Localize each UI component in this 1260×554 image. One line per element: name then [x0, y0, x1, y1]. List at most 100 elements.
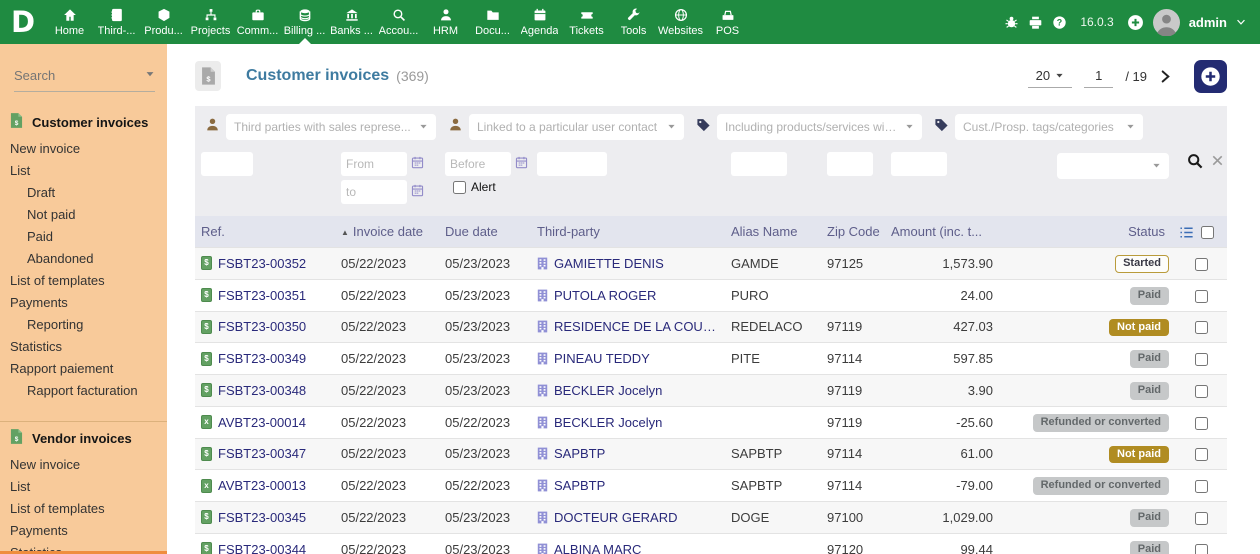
sidebar-item-paid[interactable]: Paid — [0, 226, 167, 248]
amount-cell[interactable]: 597.85 — [885, 342, 997, 375]
sidebar-item-list-of-templates[interactable]: List of templates — [0, 270, 167, 292]
invoice-ref-link[interactable]: $ FSBT23-00345 — [201, 510, 331, 525]
amount-cell[interactable]: 99.44 — [885, 532, 997, 554]
sidebar-item-rapport-paiement[interactable]: Rapport paiement — [0, 358, 167, 380]
alert-checkbox[interactable]: Alert — [453, 180, 527, 194]
invoice-ref-link[interactable]: x AVBT23-00013 — [201, 478, 331, 493]
invoice-ref-link[interactable]: $ FSBT23-00344 — [201, 542, 331, 554]
dolibarr-logo[interactable]: D — [0, 0, 46, 44]
top-menu-comm[interactable]: Comm... — [234, 0, 281, 44]
amount-cell[interactable]: 24.00 — [885, 278, 997, 312]
third-party-link[interactable]: PUTOLA ROGER — [537, 288, 721, 303]
filter-alias-input[interactable] — [731, 152, 787, 176]
sidebar-item-list[interactable]: List — [0, 160, 167, 182]
select-all-checkbox[interactable] — [1201, 226, 1214, 240]
row-checkbox[interactable] — [1194, 416, 1208, 430]
top-menu-agenda[interactable]: Agenda — [516, 0, 563, 44]
top-menu-projects[interactable]: Projects — [187, 0, 234, 44]
col-ref[interactable]: Ref. — [195, 216, 335, 248]
row-checkbox[interactable] — [1194, 511, 1208, 525]
amount-cell[interactable]: 427.03 — [885, 310, 997, 343]
sidebar-section-title[interactable]: $ Vendor invoices — [0, 422, 167, 454]
invoice-ref-link[interactable]: $ FSBT23-00351 — [201, 288, 331, 303]
search-button[interactable] — [1187, 153, 1203, 169]
chevron-down-icon[interactable] — [1236, 17, 1246, 27]
page-title[interactable]: Customer invoices — [246, 67, 389, 85]
printer-icon[interactable] — [1028, 15, 1043, 30]
amount-cell[interactable]: 1,573.90 — [885, 247, 997, 280]
row-checkbox[interactable] — [1194, 480, 1208, 494]
filter-ref-input[interactable] — [201, 152, 253, 176]
col-due-date[interactable]: Due date — [439, 216, 531, 248]
sidebar-item-abandoned[interactable]: Abandoned — [0, 248, 167, 270]
top-menu-billing[interactable]: Billing ... — [281, 0, 328, 44]
top-menu-accou[interactable]: Accou... — [375, 0, 422, 44]
top-menu-websites[interactable]: Websites — [657, 0, 704, 44]
row-checkbox[interactable] — [1194, 257, 1208, 271]
bug-icon[interactable] — [1004, 15, 1019, 30]
invoice-ref-link[interactable]: $ FSBT23-00348 — [201, 383, 331, 398]
top-menu-third[interactable]: Third-... — [93, 0, 140, 44]
clear-filters-button[interactable] — [1211, 154, 1224, 167]
third-party-link[interactable]: PINEAU TEDDY — [537, 351, 721, 366]
col-zip[interactable]: Zip Code — [821, 216, 885, 248]
row-checkbox[interactable] — [1194, 448, 1208, 462]
top-menu-produ[interactable]: Produ... — [140, 0, 187, 44]
sidebar-item-payments[interactable]: Payments — [0, 520, 167, 542]
row-checkbox[interactable] — [1194, 353, 1208, 367]
filter-date-to-input[interactable] — [341, 180, 407, 204]
invoice-ref-link[interactable]: x AVBT23-00014 — [201, 415, 331, 430]
col-alias[interactable]: Alias Name — [725, 216, 821, 248]
sidebar-item-draft[interactable]: Draft — [0, 182, 167, 204]
sidebar-item-list[interactable]: List — [0, 476, 167, 498]
third-party-link[interactable]: GAMIETTE DENIS — [537, 256, 721, 271]
col-third-party[interactable]: Third-party — [531, 216, 725, 248]
filter-select-including-products-services-with[interactable]: Including products/services with... — [717, 114, 922, 140]
filter-select-linked-to-a-particular-user-contact[interactable]: Linked to a particular user contact — [469, 114, 684, 140]
quick-add-icon[interactable] — [1127, 14, 1144, 31]
amount-cell[interactable]: 61.00 — [885, 437, 997, 470]
sidebar-item-reporting[interactable]: Reporting — [0, 314, 167, 336]
third-party-link[interactable]: DOCTEUR GERARD — [537, 510, 721, 525]
amount-cell[interactable]: 1,029.00 — [885, 501, 997, 534]
sidebar-item-list-of-templates[interactable]: List of templates — [0, 498, 167, 520]
user-menu[interactable]: admin — [1189, 15, 1227, 30]
sidebar-section-title[interactable]: $ Customer invoices — [0, 106, 167, 138]
filter-zip-input[interactable] — [827, 152, 873, 176]
caret-down-icon[interactable] — [145, 66, 155, 84]
new-invoice-button[interactable] — [1194, 59, 1227, 93]
invoice-ref-link[interactable]: $ FSBT23-00349 — [201, 351, 331, 366]
third-party-link[interactable]: RESIDENCE DE LA COUSI... — [537, 319, 721, 334]
filter-select-cust-prosp-tags-categories[interactable]: Cust./Prosp. tags/categories — [955, 114, 1143, 140]
amount-cell[interactable]: -25.60 — [885, 405, 997, 439]
filter-third-party-input[interactable] — [537, 152, 607, 176]
row-checkbox[interactable] — [1194, 289, 1208, 303]
top-menu-tickets[interactable]: Tickets — [563, 0, 610, 44]
columns-selector-icon[interactable] — [1179, 226, 1194, 239]
third-party-link[interactable]: ALBINA MARC — [537, 542, 721, 554]
third-party-link[interactable]: BECKLER Jocelyn — [537, 383, 721, 398]
top-menu-banks[interactable]: Banks ... — [328, 0, 375, 44]
filter-date-from-input[interactable] — [341, 152, 407, 176]
alert-checkbox-input[interactable] — [453, 180, 466, 194]
search-input[interactable] — [14, 67, 145, 83]
top-menu-tools[interactable]: Tools — [610, 0, 657, 44]
row-checkbox[interactable] — [1194, 384, 1208, 398]
col-status[interactable]: Status — [997, 216, 1173, 248]
page-number-input[interactable]: 1 — [1084, 65, 1114, 88]
top-menu-home[interactable]: Home — [46, 0, 93, 44]
col-amount[interactable]: Amount (inc. t... — [885, 216, 997, 248]
help-icon[interactable]: ? — [1052, 15, 1067, 30]
filter-select-third-parties-with-sales-represe[interactable]: Third parties with sales represe... — [226, 114, 436, 140]
sidebar-item-not-paid[interactable]: Not paid — [0, 204, 167, 226]
filter-due-before-input[interactable] — [445, 152, 511, 176]
invoice-ref-link[interactable]: $ FSBT23-00347 — [201, 446, 331, 461]
amount-cell[interactable]: 3.90 — [885, 374, 997, 407]
sidebar-item-new-invoice[interactable]: New invoice — [0, 138, 167, 160]
top-menu-pos[interactable]: POS — [704, 0, 751, 44]
third-party-link[interactable]: BECKLER Jocelyn — [537, 415, 721, 430]
third-party-link[interactable]: SAPBTP — [537, 478, 721, 493]
row-checkbox[interactable] — [1194, 543, 1208, 554]
filter-amount-input[interactable] — [891, 152, 947, 176]
sidebar-item-new-invoice[interactable]: New invoice — [0, 454, 167, 476]
